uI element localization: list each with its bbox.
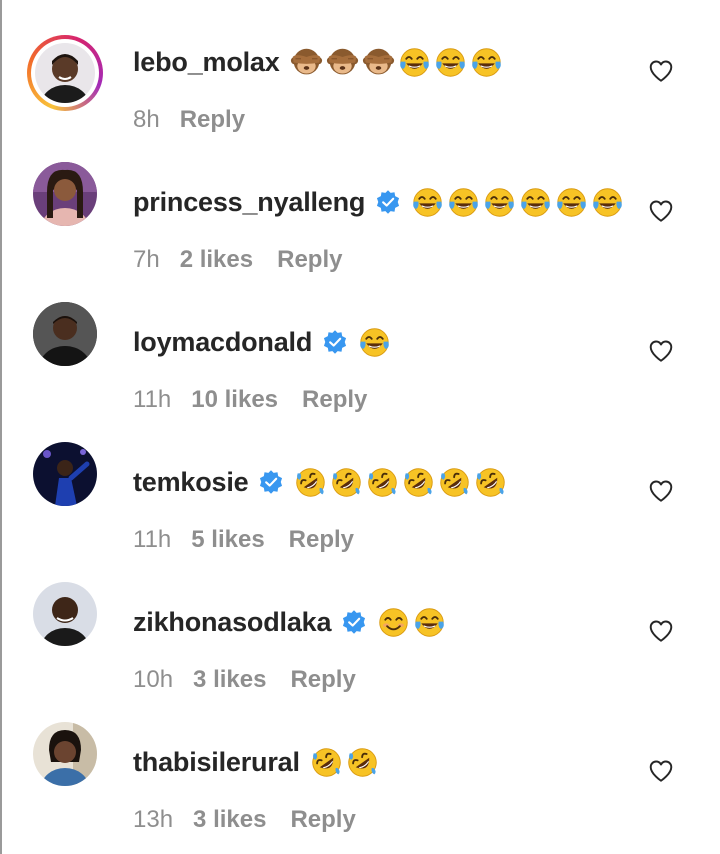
timestamp[interactable]: 10h <box>133 666 173 694</box>
face-with-tears-of-joy-emoji-icon <box>519 186 552 219</box>
likes-count[interactable]: 2 likes <box>180 246 253 274</box>
face-with-tears-of-joy-emoji-icon <box>470 46 503 79</box>
face-with-tears-of-joy-emoji-icon <box>358 326 391 359</box>
rolling-on-floor-laughing-emoji-icon <box>438 466 471 499</box>
comment-meta: 8h Reply <box>133 106 245 134</box>
timestamp[interactable]: 8h <box>133 106 160 134</box>
timestamp[interactable]: 11h <box>133 526 171 554</box>
rolling-on-floor-laughing-emoji-icon <box>294 466 327 499</box>
face-with-tears-of-joy-emoji-icon <box>591 186 624 219</box>
comment-meta: 11h 5 likes Reply <box>133 526 354 554</box>
comment-line: loymacdonald <box>133 324 394 360</box>
avatar[interactable] <box>33 162 97 226</box>
face-with-tears-of-joy-emoji-icon <box>398 46 431 79</box>
like-heart-icon[interactable] <box>648 58 674 84</box>
rolling-on-floor-laughing-emoji-icon <box>402 466 435 499</box>
rolling-on-floor-laughing-emoji-icon <box>330 466 363 499</box>
comment-line: temkosie <box>133 464 510 500</box>
face-with-tears-of-joy-emoji-icon <box>483 186 516 219</box>
face-with-tears-of-joy-emoji-icon <box>413 606 446 639</box>
comment-emojis <box>310 746 382 779</box>
face-with-tears-of-joy-emoji-icon <box>411 186 444 219</box>
comment-meta: 11h 10 likes Reply <box>133 386 367 414</box>
avatar[interactable] <box>33 442 97 506</box>
comment-line: thabisilerural <box>133 744 382 780</box>
see-no-evil-monkey-emoji-icon <box>326 46 359 79</box>
comment-item: lebo_molax 8h Reply <box>0 0 720 140</box>
timestamp[interactable]: 11h <box>133 386 171 414</box>
comment-meta: 10h 3 likes Reply <box>133 666 356 694</box>
comment-emojis <box>358 326 394 359</box>
comment-item: thabisilerural 13h 3 likes Reply <box>0 700 720 840</box>
comment-line: lebo_molax <box>133 44 506 80</box>
timestamp[interactable]: 13h <box>133 806 173 834</box>
comment-emojis <box>377 606 449 639</box>
see-no-evil-monkey-emoji-icon <box>362 46 395 79</box>
likes-count[interactable]: 3 likes <box>193 666 266 694</box>
avatar[interactable] <box>33 582 97 646</box>
comment-line: princess_nyalleng <box>133 184 627 220</box>
avatar[interactable] <box>33 302 97 366</box>
avatar-story-ring[interactable] <box>27 35 103 111</box>
face-with-tears-of-joy-emoji-icon <box>447 186 480 219</box>
comment-emojis <box>294 466 510 499</box>
see-no-evil-monkey-emoji-icon <box>290 46 323 79</box>
comment-item: loymacdonald 11h 10 likes Reply <box>0 280 720 420</box>
reply-button[interactable]: Reply <box>290 806 355 834</box>
reply-button[interactable]: Reply <box>302 386 367 414</box>
verified-badge-icon <box>341 609 367 635</box>
face-with-tears-of-joy-emoji-icon <box>555 186 588 219</box>
rolling-on-floor-laughing-emoji-icon <box>310 746 343 779</box>
timestamp[interactable]: 7h <box>133 246 160 274</box>
avatar <box>35 43 95 103</box>
rolling-on-floor-laughing-emoji-icon <box>346 746 379 779</box>
username[interactable]: princess_nyalleng <box>133 187 365 218</box>
username[interactable]: thabisilerural <box>133 747 300 778</box>
likes-count[interactable]: 5 likes <box>191 526 264 554</box>
comment-meta: 7h 2 likes Reply <box>133 246 342 274</box>
like-heart-icon[interactable] <box>648 338 674 364</box>
reply-button[interactable]: Reply <box>180 106 245 134</box>
comment-item: temkosie 11h 5 likes Reply <box>0 420 720 560</box>
comment-emojis <box>290 46 506 79</box>
avatar[interactable] <box>33 722 97 786</box>
smiling-face-with-smiling-eyes-emoji-icon <box>377 606 410 639</box>
username[interactable]: zikhonasodlaka <box>133 607 331 638</box>
verified-badge-icon <box>258 469 284 495</box>
face-with-tears-of-joy-emoji-icon <box>434 46 467 79</box>
reply-button[interactable]: Reply <box>290 666 355 694</box>
comment-line: zikhonasodlaka <box>133 604 449 640</box>
likes-count[interactable]: 3 likes <box>193 806 266 834</box>
like-heart-icon[interactable] <box>648 618 674 644</box>
like-heart-icon[interactable] <box>648 198 674 224</box>
rolling-on-floor-laughing-emoji-icon <box>366 466 399 499</box>
comment-meta: 13h 3 likes Reply <box>133 806 356 834</box>
like-heart-icon[interactable] <box>648 758 674 784</box>
rolling-on-floor-laughing-emoji-icon <box>474 466 507 499</box>
reply-button[interactable]: Reply <box>289 526 354 554</box>
verified-badge-icon <box>322 329 348 355</box>
verified-badge-icon <box>375 189 401 215</box>
comment-item: princess_nyalleng 7h 2 likes Reply <box>0 140 720 280</box>
reply-button[interactable]: Reply <box>277 246 342 274</box>
like-heart-icon[interactable] <box>648 478 674 504</box>
comment-emojis <box>411 186 627 219</box>
comment-item: zikhonasodlaka 10h 3 likes Reply <box>0 560 720 700</box>
comment-list: lebo_molax 8h Reply princess_nyalleng 7h <box>0 0 720 840</box>
username[interactable]: lebo_molax <box>133 47 280 78</box>
username[interactable]: loymacdonald <box>133 327 312 358</box>
username[interactable]: temkosie <box>133 467 249 498</box>
likes-count[interactable]: 10 likes <box>191 386 278 414</box>
